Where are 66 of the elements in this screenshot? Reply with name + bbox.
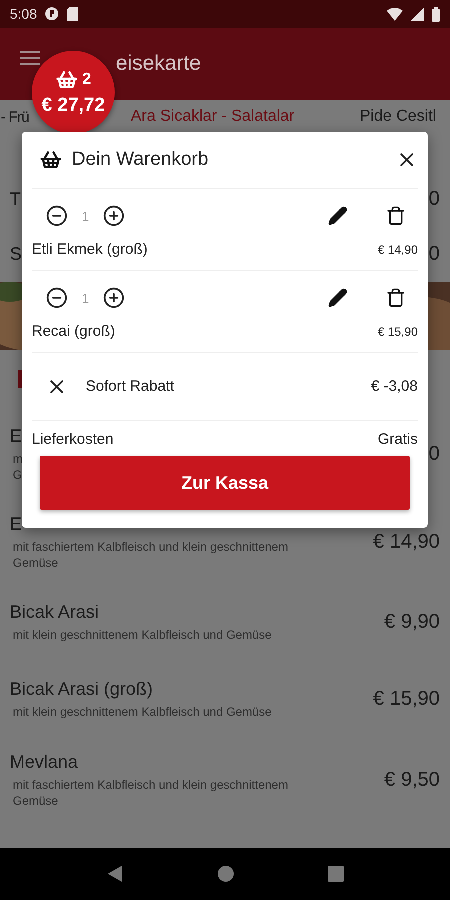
dish-price: 0 [428,243,440,266]
trash-icon [386,206,406,226]
cart-total: € 27,72 [42,94,106,116]
dish-name: Bicak Arasi (groß) [10,679,154,700]
category-tab[interactable]: - Frü [1,108,30,126]
dish-name: S [10,244,22,265]
screen-title: eisekarte [116,52,202,76]
delete-button[interactable] [386,288,406,308]
dialog-title: Dein Warenkorb [72,149,209,171]
increase-button[interactable] [103,287,126,309]
pencil-icon [328,288,348,308]
checkout-button[interactable]: Zur Kassa [40,456,410,510]
notification-icon [45,7,60,21]
edit-button[interactable] [328,206,348,226]
dish-price: € 15,90 [373,688,440,711]
dish-price: € 14,90 [373,530,440,554]
signal-icon [411,8,424,20]
cart-item-price: € 15,90 [378,324,418,338]
sd-card-icon [67,7,78,21]
trash-icon [386,288,406,308]
home-icon[interactable] [216,865,235,883]
dish-description: mit faschiertem Kalbfleisch und klein geschnittenem Gemüse [13,776,288,808]
discount-amount: € -3,08 [371,378,418,395]
dish-name: E [10,514,24,534]
dish-description: mit faschiertem Kalbfleisch und klein geschnittenem Gemüse [13,538,288,570]
minus-icon [46,287,68,309]
back-icon[interactable] [106,865,124,883]
quantity: 1 [82,290,90,306]
dish-price: € 9,50 [384,768,440,792]
wifi-icon [387,8,403,20]
delivery-label: Lieferkosten [32,431,114,448]
dish-description: m G [13,450,23,482]
edit-button[interactable] [328,288,348,308]
status-time: 5:08 [10,6,38,22]
menu-icon[interactable] [20,51,40,65]
cart-item-price: € 14,90 [378,242,418,256]
dish-price: 0 [428,442,440,466]
decrease-button[interactable] [46,287,68,309]
minus-icon [46,205,68,227]
discount-label: Sofort Rabatt [86,378,174,395]
category-tab[interactable]: Pide Cesitl [360,108,436,126]
increase-button[interactable] [103,205,126,227]
dish-name: Bicak Arasi [10,602,100,623]
section-marker [18,370,22,388]
dish-description: mit klein geschnittenem Kalbfleisch und Gemüse [13,627,272,643]
basket-icon [40,149,62,171]
quantity: 1 [82,208,90,224]
plus-icon [103,205,126,227]
dish-price: € 9,90 [384,611,440,634]
battery-icon [432,6,440,22]
basket-icon [56,68,78,90]
category-tab[interactable]: Ara Sicaklar - Salatalar [131,108,295,126]
decrease-button[interactable] [46,205,68,227]
cart-item-name: Recai (groß) [32,323,116,340]
delete-button[interactable] [386,206,406,226]
dish-name: T [10,189,21,210]
pencil-icon [328,206,348,226]
cart-item-name: Etli Ekmek (groß) [32,241,148,258]
recents-icon[interactable] [328,866,344,882]
cart-count: 2 [82,70,92,88]
delivery-value: Gratis [378,431,418,448]
dish-price: 0 [428,188,440,211]
plus-icon [103,287,126,309]
dish-description: mit klein geschnittenem Kalbfleisch und Gemüse [13,704,272,720]
dish-name: E [10,426,23,446]
dish-name: Mevlana [10,752,80,772]
